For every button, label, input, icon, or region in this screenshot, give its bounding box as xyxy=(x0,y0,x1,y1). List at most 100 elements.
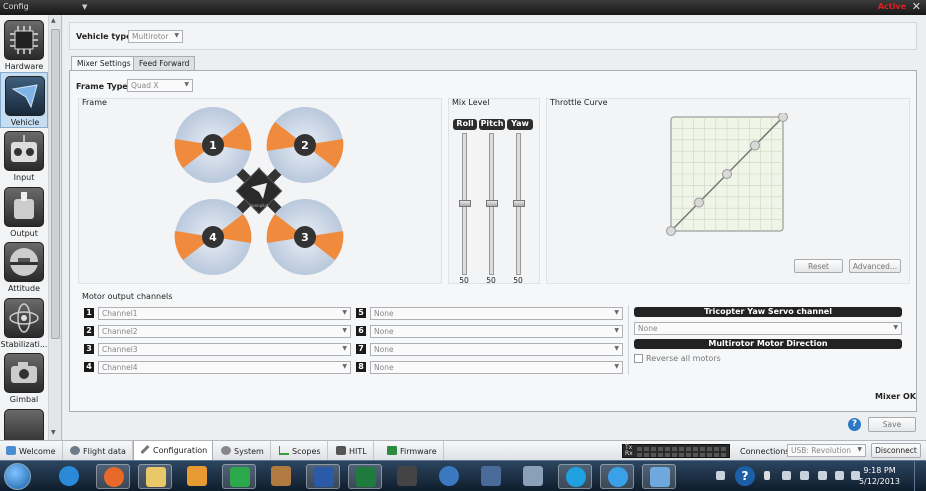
motor-1: 1 xyxy=(174,107,252,183)
media-taskbar-icon[interactable] xyxy=(180,464,214,489)
skype-taskbar-icon[interactable] xyxy=(558,464,592,489)
tricopter-title: Tricopter Yaw Servo channel xyxy=(634,307,902,317)
network-taskbar-icon[interactable] xyxy=(474,464,508,489)
earth-taskbar-icon[interactable] xyxy=(432,464,466,489)
reset-button[interactable]: Reset xyxy=(794,259,843,273)
connection-select[interactable]: USB: Revolution ▼ xyxy=(787,444,866,457)
title-bar: Config ▼ Active ✕ xyxy=(0,0,926,15)
clock[interactable]: 9:18 PM 5/12/2013 xyxy=(859,465,900,487)
tray-arrow-icon[interactable] xyxy=(764,471,770,480)
channel-num-6: 6 xyxy=(356,326,366,336)
clock-date: 5/12/2013 xyxy=(858,477,900,486)
chart-app-taskbar-icon[interactable] xyxy=(222,464,256,489)
sidebar-item-stabilization[interactable]: Stabilizati... xyxy=(0,295,48,351)
sidebar-item-label: Gimbal xyxy=(9,395,39,404)
tab-firmware[interactable]: Firmware xyxy=(381,441,444,461)
curve-point-4[interactable] xyxy=(750,140,760,151)
camera-icon xyxy=(4,353,44,393)
scroll-up-icon[interactable]: ▲ xyxy=(51,17,56,24)
tray-help-icon[interactable]: ? xyxy=(735,466,755,486)
curve-point-3[interactable] xyxy=(722,169,732,179)
roll-slider-thumb[interactable] xyxy=(459,200,471,207)
divider xyxy=(628,305,629,375)
channel-num-5: 5 xyxy=(356,308,366,318)
tab-system[interactable]: System xyxy=(215,441,271,461)
firefox-taskbar-icon[interactable] xyxy=(96,464,130,489)
scrollbar-thumb[interactable] xyxy=(51,29,60,339)
start-button[interactable] xyxy=(4,463,31,490)
frame-type-select[interactable]: Quad X ▼ xyxy=(127,79,193,92)
sidebar-item-label: Attitude xyxy=(7,284,41,293)
excel-taskbar-icon[interactable] xyxy=(348,464,382,489)
motor-7-channel-select[interactable]: None ▼ xyxy=(370,343,623,356)
sidebar-item-attitude[interactable]: Attitude xyxy=(0,239,48,295)
tab-hitl[interactable]: HITL xyxy=(330,441,374,461)
sidebar-scrollbar[interactable]: ▲ ▼ xyxy=(48,15,61,440)
sidebar-item-input[interactable]: Input xyxy=(0,128,48,184)
motor-6-channel-select[interactable]: None ▼ xyxy=(370,325,623,338)
chevron-down-icon: ▼ xyxy=(342,309,347,316)
reverse-motors-label: Reverse all motors xyxy=(646,354,721,363)
motor-8-channel-select[interactable]: None ▼ xyxy=(370,361,623,374)
motor-2-channel-select[interactable]: Channel2 ▼ xyxy=(98,325,351,338)
chevron-down-icon: ▼ xyxy=(174,32,179,39)
sidebar-item-gimbal[interactable]: Gimbal xyxy=(0,350,48,406)
tricopter-yaw-select[interactable]: None ▼ xyxy=(634,322,902,335)
camera-taskbar-icon[interactable] xyxy=(390,464,424,489)
curve-point-2[interactable] xyxy=(694,197,704,208)
close-icon[interactable]: ✕ xyxy=(912,0,921,13)
tray-keyboard-icon[interactable] xyxy=(716,471,725,480)
motor-1-channel-select[interactable]: Channel1 ▼ xyxy=(98,307,351,320)
title-dropdown-icon[interactable]: ▼ xyxy=(82,3,87,11)
tab-configuration[interactable]: Configuration xyxy=(133,441,213,461)
save-button[interactable]: Save xyxy=(868,417,916,432)
explorer-taskbar-icon[interactable] xyxy=(138,464,172,489)
tools-taskbar-icon[interactable] xyxy=(264,464,298,489)
vehicle-type-select[interactable]: Multirotor ▼ xyxy=(128,30,183,43)
tab-mixer-settings[interactable]: Mixer Settings xyxy=(71,56,137,71)
yaw-slider-thumb[interactable] xyxy=(513,200,525,207)
tray-flag-icon[interactable] xyxy=(800,471,809,480)
chat-taskbar-icon[interactable] xyxy=(600,464,634,489)
curve-point-1[interactable] xyxy=(666,226,676,236)
motor-4-channel-select[interactable]: Channel4 ▼ xyxy=(98,361,351,374)
tray-power-icon[interactable] xyxy=(818,471,827,480)
ie-taskbar-icon[interactable] xyxy=(52,464,86,489)
advanced-button[interactable]: Advanced... xyxy=(849,259,901,273)
curve-point-5[interactable] xyxy=(778,113,788,122)
sidebar-item-label: Vehicle xyxy=(10,118,40,127)
tab-welcome[interactable]: Welcome xyxy=(0,441,63,461)
sidebar-item-partial[interactable] xyxy=(0,406,48,440)
sidebar-item-output[interactable]: Output xyxy=(0,184,48,240)
word-taskbar-icon[interactable] xyxy=(306,464,340,489)
tray-signal-icon[interactable] xyxy=(835,471,844,480)
tab-label: System xyxy=(234,447,264,456)
chip-icon xyxy=(4,20,44,60)
sidebar-item-vehicle[interactable]: Vehicle xyxy=(0,72,48,128)
select-value: Channel3 xyxy=(102,345,138,354)
tray-bluetooth-icon[interactable] xyxy=(782,471,791,480)
sidebar-item-hardware[interactable]: Hardware xyxy=(0,17,48,73)
bottom-tab-bar: Welcome Flight data Configuration System… xyxy=(0,440,926,461)
help-icon[interactable]: ? xyxy=(848,418,861,431)
motor-5-channel-select[interactable]: None ▼ xyxy=(370,307,623,320)
tab-label: Configuration xyxy=(153,446,208,455)
tab-scopes[interactable]: Scopes xyxy=(273,441,328,461)
monitor-icon xyxy=(4,409,44,440)
flight-data-icon xyxy=(70,446,80,455)
motor-3-channel-select[interactable]: Channel3 ▼ xyxy=(98,343,351,356)
usb-taskbar-icon[interactable] xyxy=(516,464,550,489)
gcs-taskbar-icon[interactable] xyxy=(642,464,676,489)
yaw-header: Yaw xyxy=(507,119,533,130)
tab-flight-data[interactable]: Flight data xyxy=(64,441,133,461)
throttle-curve-plot[interactable] xyxy=(665,113,790,241)
pitch-slider-thumb[interactable] xyxy=(486,200,498,207)
scroll-down-icon[interactable]: ▼ xyxy=(51,429,56,436)
disconnect-button[interactable]: Disconnect xyxy=(871,443,921,458)
show-desktop-button[interactable] xyxy=(914,461,926,491)
reverse-motors-checkbox[interactable] xyxy=(634,354,643,363)
tab-feed-forward[interactable]: Feed Forward xyxy=(133,56,196,70)
select-value: None xyxy=(374,363,394,372)
vehicle-icon xyxy=(5,76,45,116)
tab-label: Welcome xyxy=(19,447,56,456)
